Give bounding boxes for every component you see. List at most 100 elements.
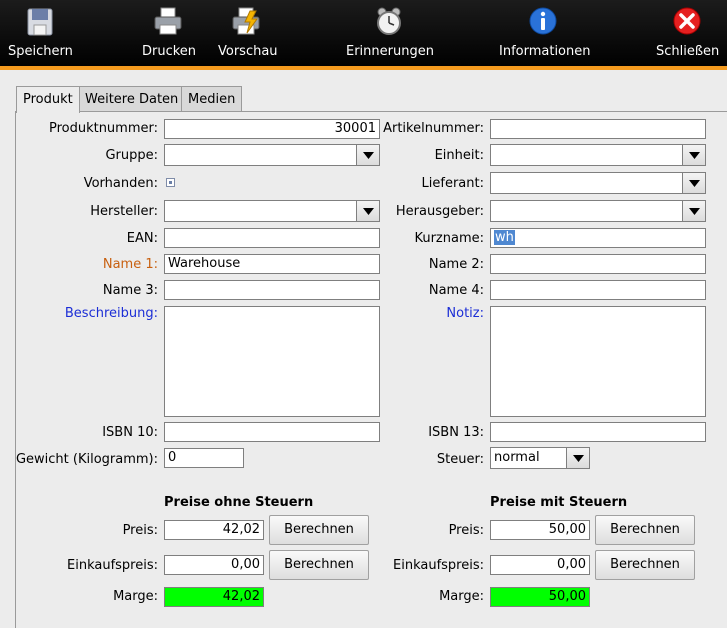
ean-label: EAN: <box>126 231 158 246</box>
chevron-down-icon <box>573 455 584 462</box>
hersteller-dropdown-button[interactable] <box>356 200 380 222</box>
kurzname-label: Kurzname: <box>414 231 484 246</box>
gross-marge-field: 50,00 <box>490 587 590 607</box>
name4-label: Name 4: <box>428 283 484 298</box>
lieferant-dropdown-button[interactable] <box>682 172 706 194</box>
isbn13-field[interactable] <box>490 422 706 442</box>
net-preis-label: Preis: <box>122 523 158 538</box>
gross-einkauf-label: Einkaufspreis: <box>393 558 484 573</box>
gruppe-combo[interactable] <box>164 144 380 166</box>
notiz-textarea[interactable] <box>490 306 706 417</box>
herausgeber-dropdown-button[interactable] <box>682 200 706 222</box>
chevron-down-icon <box>689 180 700 187</box>
gross-preis-berechnen-button[interactable]: Berechnen <box>595 515 695 545</box>
chevron-down-icon <box>689 152 700 159</box>
isbn10-field[interactable] <box>164 422 380 442</box>
kurzname-field[interactable]: wh <box>490 228 706 248</box>
tab-weitere-daten[interactable]: Weitere Daten <box>78 86 186 112</box>
beschreibung-label: Beschreibung: <box>64 306 158 321</box>
save-label: Speichern <box>8 44 73 59</box>
tab-medien[interactable]: Medien <box>181 86 243 112</box>
net-einkauf-label: Einkaufspreis: <box>67 558 158 573</box>
lieferant-value[interactable] <box>490 172 683 194</box>
net-preis-field[interactable]: 42,02 <box>164 520 264 540</box>
gross-einkauf-field[interactable]: 0,00 <box>490 555 590 575</box>
gewicht-label: Gewicht (Kilogramm): <box>15 452 158 467</box>
save-button[interactable]: Speichern <box>0 0 80 66</box>
einheit-value[interactable] <box>490 144 683 166</box>
print-button[interactable]: Drucken <box>138 0 202 66</box>
name4-field[interactable] <box>490 280 706 300</box>
herausgeber-label: Herausgeber: <box>395 204 484 219</box>
isbn13-label: ISBN 13: <box>428 425 484 440</box>
hersteller-label: Hersteller: <box>90 204 158 219</box>
chevron-down-icon <box>689 208 700 215</box>
lieferant-label: Lieferant: <box>421 176 484 191</box>
prices-net-title: Preise ohne Steuern <box>164 495 314 510</box>
name2-label: Name 2: <box>428 257 484 272</box>
gross-preis-field[interactable]: 50,00 <box>490 520 590 540</box>
hersteller-combo[interactable] <box>164 200 380 222</box>
close-button[interactable]: Schließen <box>650 0 727 66</box>
preview-label: Vorschau <box>218 44 278 59</box>
alarm-clock-icon <box>377 7 401 35</box>
gruppe-label: Gruppe: <box>105 148 158 163</box>
save-icon <box>27 8 53 36</box>
notiz-label: Notiz: <box>446 306 484 321</box>
produktnummer-field[interactable]: 30001 <box>164 119 380 139</box>
lieferant-combo[interactable] <box>490 172 706 194</box>
toolbar-accent-line <box>0 66 727 70</box>
gross-einkauf-berechnen-button[interactable]: Berechnen <box>595 550 695 580</box>
chevron-down-icon <box>363 208 374 215</box>
name2-field[interactable] <box>490 254 706 274</box>
net-einkauf-berechnen-button[interactable]: Berechnen <box>269 550 369 580</box>
name1-field[interactable]: Warehouse <box>164 254 380 274</box>
printer-icon <box>154 7 182 35</box>
gruppe-dropdown-button[interactable] <box>356 144 380 166</box>
tab-produkt[interactable]: Produkt <box>16 86 80 113</box>
net-preis-berechnen-button[interactable]: Berechnen <box>269 515 369 545</box>
print-preview-icon <box>232 7 260 35</box>
herausgeber-value[interactable] <box>490 200 683 222</box>
name1-label: Name 1: <box>102 257 158 272</box>
info-icon <box>529 7 557 35</box>
einheit-combo[interactable] <box>490 144 706 166</box>
steuer-combo[interactable]: normal <box>490 447 590 469</box>
produktnummer-label: Produktnummer: <box>48 121 158 136</box>
print-label: Drucken <box>142 44 197 59</box>
gewicht-field[interactable]: 0 <box>164 448 244 468</box>
toolbar: Speichern Drucken Vorschau Erinnerungen <box>0 0 727 66</box>
name3-field[interactable] <box>164 280 380 300</box>
einheit-dropdown-button[interactable] <box>682 144 706 166</box>
beschreibung-textarea[interactable] <box>164 306 380 417</box>
steuer-value[interactable]: normal <box>490 447 567 469</box>
steuer-label: Steuer: <box>436 452 484 467</box>
reminders-button[interactable]: Erinnerungen <box>340 0 440 66</box>
gross-marge-label: Marge: <box>439 589 484 604</box>
close-icon <box>673 7 701 35</box>
artikelnummer-label: Artikelnummer: <box>383 121 484 136</box>
net-marge-field: 42,02 <box>164 587 264 607</box>
ean-field[interactable] <box>164 228 380 248</box>
checkbox-mark-icon <box>169 181 172 184</box>
kurzname-selected-text: wh <box>494 230 515 245</box>
net-marge-label: Marge: <box>113 589 158 604</box>
steuer-dropdown-button[interactable] <box>566 447 590 469</box>
einheit-label: Einheit: <box>434 148 484 163</box>
name3-label: Name 3: <box>102 283 158 298</box>
preview-button[interactable]: Vorschau <box>215 0 285 66</box>
reminders-label: Erinnerungen <box>346 44 434 59</box>
hersteller-value[interactable] <box>164 200 357 222</box>
vorhanden-checkbox[interactable] <box>166 178 175 187</box>
close-label: Schließen <box>656 44 720 59</box>
net-einkauf-field[interactable]: 0,00 <box>164 555 264 575</box>
herausgeber-combo[interactable] <box>490 200 706 222</box>
artikelnummer-field[interactable] <box>490 119 706 139</box>
info-label: Informationen <box>499 44 591 59</box>
gruppe-value[interactable] <box>164 144 357 166</box>
gross-preis-label: Preis: <box>448 523 484 538</box>
chevron-down-icon <box>363 152 374 159</box>
info-button[interactable]: Informationen <box>495 0 595 66</box>
prices-gross-title: Preise mit Steuern <box>490 495 628 510</box>
isbn10-label: ISBN 10: <box>102 425 158 440</box>
